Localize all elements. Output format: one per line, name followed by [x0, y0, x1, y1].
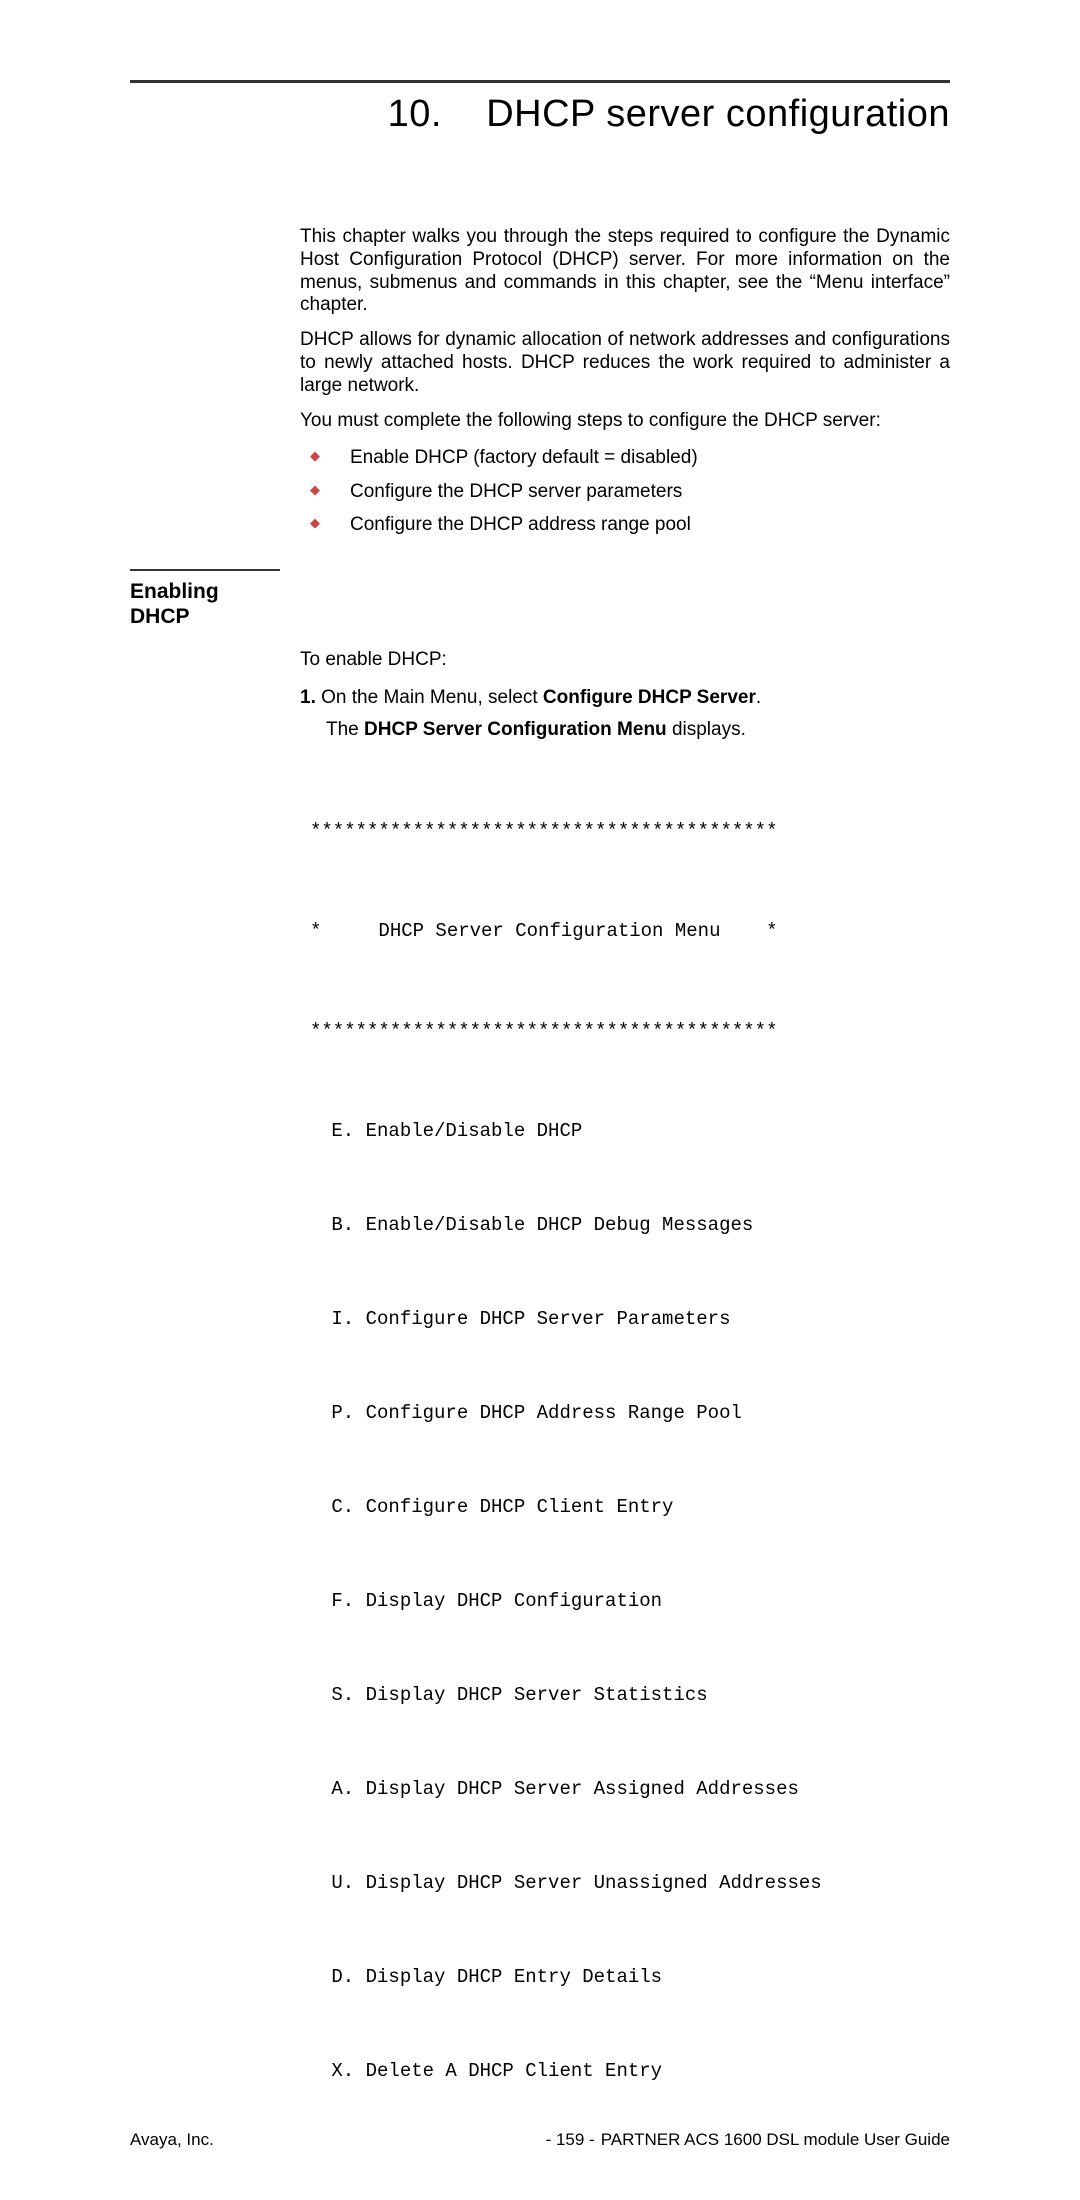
menu-item: A. Display DHCP Server Assigned Addresse… — [320, 1774, 950, 1805]
footer-page-number: - 159 - — [546, 2130, 595, 2150]
step-1-sub-post: displays. — [667, 719, 746, 740]
step-1-sub-bold: DHCP Server Configuration Menu — [364, 719, 667, 740]
intro-column: This chapter walks you through the steps… — [300, 226, 950, 539]
menu-item: S. Display DHCP Server Statistics — [320, 1680, 950, 1711]
menu-item: D. Display DHCP Entry Details — [320, 1962, 950, 1993]
top-rule — [130, 80, 950, 83]
step-1-line: 1. On the Main Menu, select Configure DH… — [300, 684, 950, 712]
chapter-title-text: DHCP server configuration — [486, 93, 950, 135]
section-heading: Enabling DHCP — [130, 579, 950, 629]
menu-item: P. Configure DHCP Address Range Pool — [320, 1398, 950, 1429]
section-heading-line1: Enabling — [130, 580, 219, 603]
footer-right-group: - 159 - PARTNER ACS 1600 DSL module User… — [546, 2130, 950, 2150]
menu-border-bottom: ****************************************… — [310, 1016, 950, 1047]
intro-para-1: This chapter walks you through the steps… — [300, 226, 950, 317]
step-1-sub: The DHCP Server Configuration Menu displ… — [300, 716, 950, 744]
step-number: 1. — [300, 687, 316, 708]
intro-para-3: You must complete the following steps to… — [300, 410, 950, 433]
menu-item: F. Display DHCP Configuration — [320, 1586, 950, 1617]
menu-item: E. Enable/Disable DHCP — [320, 1116, 950, 1147]
menu-item: B. Enable/Disable DHCP Debug Messages — [320, 1210, 950, 1241]
step-1: 1. On the Main Menu, select Configure DH… — [300, 684, 950, 743]
chapter-number: 10. — [388, 93, 442, 135]
menu-item: C. Configure DHCP Client Entry — [320, 1492, 950, 1523]
menu-display: ****************************************… — [310, 753, 950, 2150]
bullet-item: Configure the DHCP server parameters — [300, 478, 950, 506]
section-heading-line2: DHCP — [130, 605, 190, 628]
step-1-bold: Configure DHCP Server — [543, 687, 756, 708]
section-rule — [130, 569, 280, 571]
intro-bullets: Enable DHCP (factory default = disabled)… — [300, 444, 950, 539]
step-1-post: . — [756, 687, 761, 708]
page-footer: Avaya, Inc. - 159 - PARTNER ACS 1600 DSL… — [130, 2130, 950, 2150]
menu-border-top: ****************************************… — [310, 816, 950, 847]
step-1-sub-pre: The — [326, 719, 364, 740]
intro-para-2: DHCP allows for dynamic allocation of ne… — [300, 329, 950, 397]
menu-item: I. Configure DHCP Server Parameters — [320, 1304, 950, 1335]
bullet-item: Enable DHCP (factory default = disabled) — [300, 444, 950, 472]
footer-guide-title: PARTNER ACS 1600 DSL module User Guide — [601, 2130, 950, 2150]
menu-item: U. Display DHCP Server Unassigned Addres… — [320, 1868, 950, 1899]
section-column: To enable DHCP: 1. On the Main Menu, sel… — [300, 649, 950, 2150]
section-lead: To enable DHCP: — [300, 649, 950, 672]
chapter-title: 10. DHCP server configuration — [130, 93, 950, 136]
bullet-item: Configure the DHCP address range pool — [300, 511, 950, 539]
step-1-pre: On the Main Menu, select — [321, 687, 543, 708]
menu-item: X. Delete A DHCP Client Entry — [320, 2056, 950, 2087]
menu-title: * DHCP Server Configuration Menu * — [310, 916, 950, 947]
document-page: 10. DHCP server configuration This chapt… — [0, 0, 1080, 2200]
footer-company: Avaya, Inc. — [130, 2130, 214, 2150]
